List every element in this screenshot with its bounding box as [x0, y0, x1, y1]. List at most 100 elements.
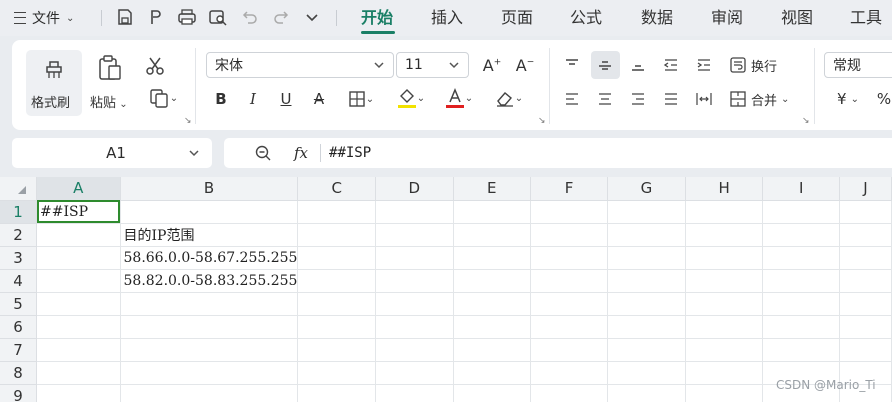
font-size-select[interactable]: 11 — [396, 52, 469, 78]
cut-button[interactable] — [142, 54, 168, 78]
justify-button[interactable] — [661, 88, 681, 110]
cell-b2[interactable]: 目的IP范围 — [120, 223, 299, 247]
print-button[interactable] — [176, 8, 198, 26]
tab-formulas[interactable]: 公式 — [570, 7, 602, 29]
cell[interactable] — [453, 223, 531, 247]
cell[interactable] — [453, 338, 531, 362]
cell[interactable] — [530, 200, 609, 224]
number-format-select[interactable]: 常规 — [824, 52, 892, 78]
border-button[interactable]: ⌄ — [343, 88, 379, 110]
cell[interactable] — [685, 200, 764, 224]
cell[interactable] — [36, 361, 121, 385]
merge-cells-button[interactable]: 合并 ⌄ — [729, 88, 799, 110]
alignment-group-expand-icon[interactable]: ↘ — [802, 116, 810, 126]
cell[interactable] — [839, 223, 892, 247]
cell[interactable] — [530, 338, 609, 362]
cell[interactable] — [607, 223, 686, 247]
cell[interactable] — [120, 200, 299, 224]
cell[interactable] — [453, 246, 531, 270]
cell[interactable] — [839, 200, 892, 224]
row-header[interactable]: 3 — [0, 246, 37, 270]
row-header[interactable]: 9 — [0, 384, 37, 402]
cell[interactable] — [120, 384, 299, 402]
font-color-button[interactable]: ⌄ — [441, 86, 477, 110]
column-header[interactable]: G — [607, 177, 686, 201]
align-middle-button[interactable] — [595, 54, 615, 76]
column-header[interactable]: F — [530, 177, 609, 201]
row-header[interactable]: 4 — [0, 269, 37, 293]
cell[interactable] — [120, 361, 299, 385]
cell[interactable] — [375, 223, 454, 247]
paste-dropdown[interactable]: 粘贴 ⌄ — [90, 92, 128, 111]
increase-font-button[interactable]: A+ — [480, 54, 504, 76]
tab-review[interactable]: 审阅 — [711, 7, 743, 29]
cell[interactable] — [607, 200, 686, 224]
spreadsheet-grid[interactable]: A B C D E F G H I J 1 ##ISP 2 目的IP范围 3 5… — [0, 177, 892, 402]
cell[interactable] — [762, 246, 841, 270]
cell[interactable] — [297, 246, 376, 270]
cell[interactable] — [375, 292, 454, 316]
column-header[interactable]: C — [297, 177, 376, 201]
export-pdf-button[interactable] — [146, 8, 166, 26]
currency-format-button[interactable]: ¥ ⌄ — [830, 88, 866, 110]
cell[interactable] — [453, 361, 531, 385]
font-name-select[interactable]: 宋体 — [206, 52, 394, 78]
cell[interactable] — [375, 269, 454, 293]
align-bottom-button[interactable] — [628, 54, 648, 76]
cell[interactable] — [762, 269, 841, 293]
cell[interactable] — [297, 315, 376, 339]
select-all-corner[interactable] — [0, 177, 37, 201]
formula-bar[interactable]: fx ##ISP — [224, 138, 892, 168]
align-right-button[interactable] — [628, 88, 648, 110]
column-header[interactable]: H — [685, 177, 764, 201]
cell[interactable] — [375, 338, 454, 362]
cell[interactable] — [530, 246, 609, 270]
cell[interactable] — [120, 292, 299, 316]
cell[interactable] — [375, 200, 454, 224]
cell[interactable] — [453, 315, 531, 339]
cell[interactable] — [36, 315, 121, 339]
copy-button[interactable]: ⌄ — [144, 86, 182, 110]
cell[interactable] — [762, 338, 841, 362]
row-header[interactable]: 6 — [0, 315, 37, 339]
cell-b4[interactable]: 58.82.0.0-58.83.255.255 — [120, 269, 299, 293]
clear-format-button[interactable]: ⌄ — [491, 87, 527, 109]
cell[interactable] — [297, 223, 376, 247]
cell[interactable] — [839, 269, 892, 293]
column-header[interactable]: J — [839, 177, 892, 201]
zoom-icon[interactable] — [254, 144, 272, 162]
cell[interactable] — [530, 223, 609, 247]
cell[interactable] — [685, 246, 764, 270]
cell[interactable] — [36, 384, 121, 402]
quick-access-more-button[interactable] — [302, 8, 322, 26]
cell[interactable] — [607, 315, 686, 339]
cell[interactable] — [685, 269, 764, 293]
cell[interactable] — [297, 269, 376, 293]
font-group-expand-icon[interactable]: ↘ — [538, 116, 546, 126]
tab-data[interactable]: 数据 — [641, 7, 673, 29]
align-left-button[interactable] — [562, 88, 582, 110]
cell[interactable] — [453, 200, 531, 224]
cell[interactable] — [685, 223, 764, 247]
column-header[interactable]: E — [453, 177, 531, 201]
column-header[interactable]: D — [375, 177, 454, 201]
cell-b3[interactable]: 58.66.0.0-58.67.255.255 — [120, 246, 299, 270]
column-header[interactable]: I — [762, 177, 841, 201]
cell[interactable] — [297, 361, 376, 385]
cell[interactable] — [839, 338, 892, 362]
cell[interactable] — [839, 246, 892, 270]
decrease-indent-button[interactable] — [661, 54, 681, 76]
row-header[interactable]: 5 — [0, 292, 37, 316]
cell[interactable] — [839, 292, 892, 316]
insert-function-button[interactable]: fx — [294, 144, 308, 162]
distributed-align-button[interactable] — [694, 88, 714, 110]
column-header[interactable]: A — [36, 177, 121, 201]
cell[interactable] — [36, 269, 121, 293]
percent-format-button[interactable]: % — [876, 88, 892, 110]
cell[interactable] — [530, 292, 609, 316]
cell[interactable] — [685, 315, 764, 339]
paste-button[interactable] — [94, 53, 126, 83]
name-box[interactable]: A1 — [12, 138, 212, 168]
cell[interactable] — [530, 384, 609, 402]
cell[interactable] — [36, 338, 121, 362]
